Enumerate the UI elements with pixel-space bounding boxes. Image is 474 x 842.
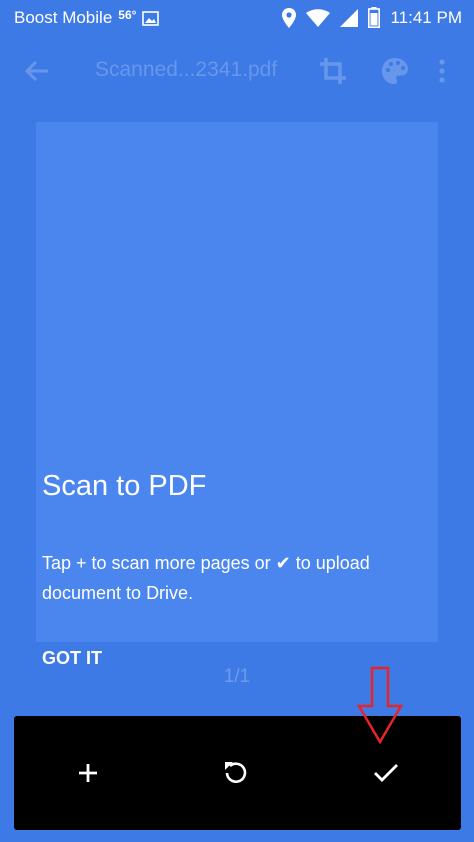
image-icon — [142, 10, 160, 26]
more-vert-icon[interactable] — [430, 56, 454, 86]
retake-button[interactable] — [216, 753, 256, 793]
document-title: Scanned...2341.pdf — [95, 58, 278, 81]
temperature: 56° — [118, 8, 137, 22]
clock: 11:41 PM — [390, 7, 462, 27]
wifi-icon — [306, 8, 331, 27]
refresh-icon — [225, 762, 247, 783]
toolbar: Scanned...2341.pdf — [0, 36, 474, 106]
status-left: Boost Mobile 56° — [14, 8, 160, 28]
location-icon — [282, 7, 297, 28]
tutorial-body: Tap + to scan more pages or ✔ to upload … — [42, 553, 370, 603]
check-icon — [374, 764, 398, 782]
down-arrow-annotation-icon — [356, 666, 404, 744]
carrier-name: Boost Mobile — [14, 8, 113, 27]
arrow-back-icon[interactable] — [22, 56, 52, 86]
tutorial-title: Scan to PDF — [42, 470, 207, 502]
crop-icon[interactable] — [318, 56, 348, 86]
add-page-button[interactable] — [68, 753, 108, 793]
palette-icon[interactable] — [380, 56, 410, 86]
plus-icon — [79, 764, 97, 782]
cell-signal-icon — [340, 8, 359, 27]
battery-icon — [368, 7, 381, 28]
done-button[interactable] — [366, 753, 406, 793]
status-right: 11:41 PM — [282, 7, 462, 28]
status-bar: Boost Mobile 56° 11:41 PM — [0, 0, 474, 36]
